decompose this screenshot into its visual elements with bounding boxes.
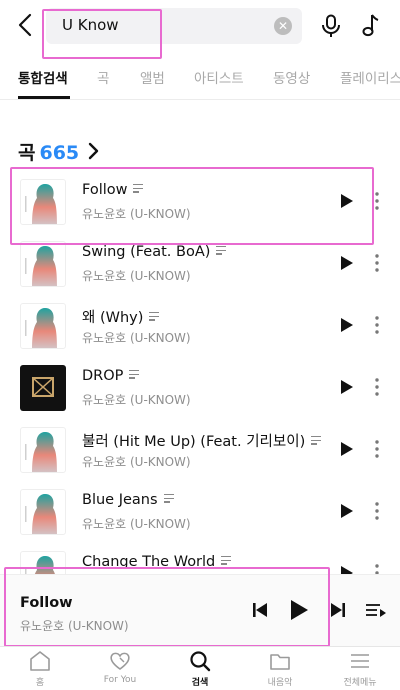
play-icon[interactable] <box>340 441 354 457</box>
song-artist: 유노윤호 (U-KNOW) <box>82 207 191 221</box>
play-icon[interactable] <box>340 193 354 209</box>
mini-player[interactable]: Follow 유노윤호 (U-KNOW) <box>0 574 400 646</box>
album-art[interactable] <box>20 365 66 411</box>
song-row[interactable]: Swing (Feat. BoA) 유노윤호 (U-KNOW) <box>0 233 400 295</box>
play-icon[interactable] <box>340 317 354 333</box>
lyrics-icon <box>311 436 322 445</box>
lyrics-icon <box>163 494 174 503</box>
music-recognition-icon[interactable] <box>358 12 380 38</box>
nav-label: 전체메뉴 <box>343 678 377 688</box>
more-options-icon[interactable] <box>372 501 382 521</box>
previous-track-icon[interactable] <box>252 602 268 618</box>
song-row[interactable]: Follow 유노윤호 (U-KNOW) <box>0 171 400 233</box>
song-title-text: Blue Jeans <box>82 492 158 508</box>
song-title: Blue Jeans <box>82 492 174 508</box>
song-title-text: 왜 (Why) <box>82 310 144 326</box>
tab-songs[interactable]: 곡 <box>97 67 109 87</box>
song-artist: 유노윤호 (U-KNOW) <box>82 517 191 531</box>
more-options-icon[interactable] <box>372 253 382 273</box>
search-query: U Know <box>62 16 119 34</box>
song-title: Change The World <box>82 554 232 570</box>
song-artist: 유노윤호 (U-KNOW) <box>82 331 191 345</box>
song-artist: 유노윤호 (U-KNOW) <box>82 455 191 469</box>
next-track-icon[interactable] <box>330 602 346 618</box>
bottom-nav: 홈 For You 검색 내음악 전체메뉴 <box>0 646 400 690</box>
play-icon[interactable] <box>340 379 354 395</box>
song-row[interactable]: 불러 (Hit Me Up) (Feat. 기리보이) 유노윤호 (U-KNOW) <box>0 419 400 481</box>
song-title: DROP <box>82 368 140 384</box>
album-art[interactable] <box>20 179 66 225</box>
more-options-icon[interactable] <box>372 377 382 397</box>
song-artist: 유노윤호 (U-KNOW) <box>82 269 191 283</box>
album-art[interactable] <box>20 303 66 349</box>
microphone-icon[interactable] <box>320 14 342 38</box>
song-row[interactable]: DROP 유노윤호 (U-KNOW) <box>0 357 400 419</box>
more-options-icon[interactable] <box>372 439 382 459</box>
heart-icon <box>110 652 130 670</box>
tab-videos[interactable]: 동영상 <box>273 67 310 87</box>
home-icon <box>30 651 50 671</box>
album-art[interactable] <box>20 427 66 473</box>
active-tab-indicator <box>18 96 70 99</box>
song-title-text: 불러 (Hit Me Up) (Feat. 기리보이) <box>82 434 306 450</box>
menu-icon <box>351 654 369 668</box>
more-options-icon[interactable] <box>372 191 382 211</box>
song-row[interactable]: 왜 (Why) 유노윤호 (U-KNOW) <box>0 295 400 357</box>
lyrics-icon <box>133 184 144 193</box>
song-title: Swing (Feat. BoA) <box>82 244 227 260</box>
tab-all[interactable]: 통합검색 <box>18 67 68 87</box>
song-title-text: Swing (Feat. BoA) <box>82 244 211 260</box>
lyrics-icon <box>149 312 160 321</box>
song-title-text: DROP <box>82 368 124 384</box>
nav-label: 내음악 <box>267 678 293 688</box>
tab-artists[interactable]: 아티스트 <box>194 67 244 87</box>
play-icon[interactable] <box>340 255 354 271</box>
section-count: 665 <box>39 142 80 164</box>
tab-albums[interactable]: 앨범 <box>140 67 165 87</box>
song-title: Follow <box>82 182 144 198</box>
search-icon <box>190 651 211 672</box>
song-title-text: Follow <box>82 182 128 198</box>
lyrics-icon <box>129 370 140 379</box>
lyrics-icon <box>216 246 227 255</box>
player-artist: 유노윤호 (U-KNOW) <box>20 619 129 633</box>
play-icon[interactable] <box>340 503 354 519</box>
songs-section-header[interactable]: 곡 665 <box>18 138 79 165</box>
top-bar: U Know ✕ <box>0 0 400 52</box>
player-title: Follow <box>20 595 73 611</box>
search-input[interactable]: U Know ✕ <box>46 8 302 44</box>
song-title: 왜 (Why) <box>82 306 160 327</box>
nav-for-you[interactable]: For You <box>80 647 160 690</box>
back-arrow-icon[interactable] <box>14 12 40 38</box>
nav-all-menu[interactable]: 전체메뉴 <box>320 647 400 690</box>
song-artist: 유노윤호 (U-KNOW) <box>82 393 191 407</box>
nav-label: 검색 <box>191 678 209 688</box>
nav-label: 홈 <box>35 678 45 688</box>
album-art[interactable] <box>20 489 66 535</box>
play-icon[interactable] <box>289 599 309 621</box>
album-art[interactable] <box>20 241 66 287</box>
clear-search-icon[interactable]: ✕ <box>274 17 292 35</box>
more-options-icon[interactable] <box>372 315 382 335</box>
folder-icon <box>270 654 290 670</box>
nav-label: For You <box>103 675 137 685</box>
lyrics-icon <box>221 556 232 565</box>
nav-my-music[interactable]: 내음악 <box>240 647 320 690</box>
tab-playlists[interactable]: 플레이리스트 <box>340 67 400 87</box>
song-row[interactable]: Blue Jeans 유노윤호 (U-KNOW) <box>0 481 400 543</box>
nav-home[interactable]: 홈 <box>0 647 80 690</box>
section-label: 곡 <box>18 142 36 164</box>
nav-search[interactable]: 검색 <box>160 647 240 690</box>
song-title-text: Change The World <box>82 554 216 570</box>
chevron-right-icon[interactable] <box>86 141 100 161</box>
playlist-queue-icon[interactable] <box>366 603 386 619</box>
song-title: 불러 (Hit Me Up) (Feat. 기리보이) <box>82 430 322 451</box>
search-tabs: 통합검색 곡 앨범 아티스트 동영상 플레이리스트 <box>0 58 400 100</box>
